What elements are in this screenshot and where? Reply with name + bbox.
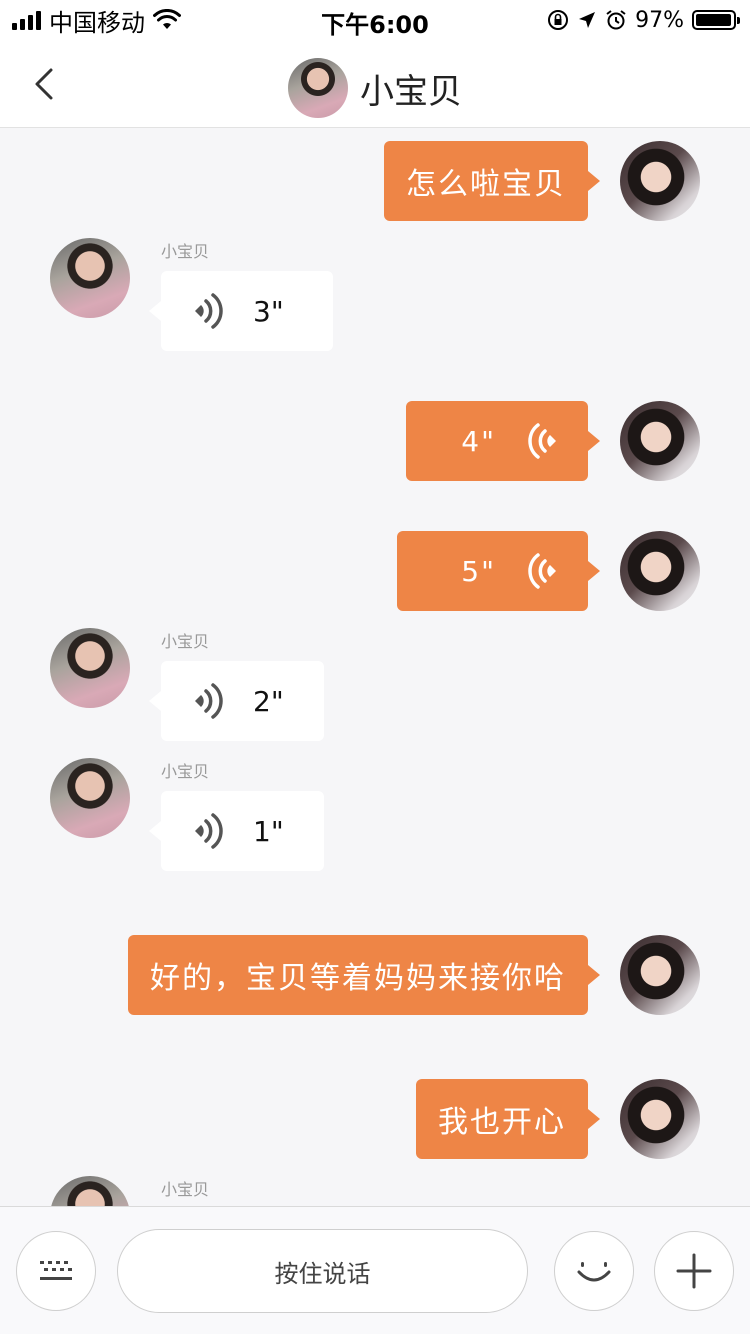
my-avatar[interactable] [620,531,700,611]
voice-duration: 5" [461,554,496,588]
page-title: 小宝贝 [360,71,462,112]
voice-play-icon [524,551,560,591]
hold-to-talk-button[interactable]: 按住说话 [117,1229,528,1313]
message-text: 怎么啦宝贝 [406,167,566,202]
voice-bubble[interactable]: 5" [397,531,600,611]
message-row: 小宝贝 1" [0,758,750,871]
voice-play-icon [191,681,227,721]
message-row: 小宝贝 3" [0,238,750,351]
voice-bubble[interactable]: 2" [149,661,324,741]
voice-duration: 2" [253,684,284,718]
status-right: 97% [547,6,740,34]
voice-duration: 4" [461,424,496,458]
location-icon [579,12,596,28]
message-text: 好的，宝贝等着妈妈来接你哈 [150,961,566,996]
voice-bubble[interactable]: 3" [149,271,333,351]
message-text: 我也开心 [438,1105,566,1140]
voice-bubble[interactable]: 1" [149,791,324,871]
battery-icon [692,10,740,30]
nav-center: 小宝贝 [0,58,750,118]
hold-to-talk-label: 按住说话 [274,1259,371,1288]
message-row: 好的，宝贝等着妈妈来接你哈 [0,935,750,1015]
contact-avatar[interactable] [288,58,348,118]
nav-bar: 小宝贝 [0,40,750,128]
plus-icon [676,1253,712,1289]
emoji-button[interactable] [554,1231,634,1311]
voice-duration: 3" [253,294,284,328]
message-row: 5" [0,531,750,611]
contact-avatar[interactable] [50,758,130,838]
my-avatar[interactable] [620,935,700,1015]
message-row: 4" [0,401,750,481]
voice-duration: 1" [253,814,284,848]
contact-avatar[interactable] [50,1176,130,1206]
emoji-icon [577,1262,611,1282]
battery-percent: 97% [635,7,684,33]
my-avatar[interactable] [620,1079,700,1159]
text-bubble[interactable]: 我也开心 [416,1079,600,1159]
voice-play-icon [191,811,227,851]
my-avatar[interactable] [620,141,700,221]
keyboard-icon [40,1261,72,1280]
contact-avatar[interactable] [50,238,130,318]
contact-avatar[interactable] [50,628,130,708]
sender-name: 小宝贝 [161,762,210,781]
sender-name: 小宝贝 [161,1180,210,1199]
message-row: 小宝贝 2" [0,628,750,741]
status-bar: 中国移动 下午6:00 97% [0,0,750,40]
my-avatar[interactable] [620,401,700,481]
alarm-icon [606,10,626,30]
message-row: 我也开心 [0,1079,750,1159]
orientation-lock-icon [548,10,569,30]
sender-name: 小宝贝 [161,632,210,651]
text-bubble[interactable]: 怎么啦宝贝 [384,141,600,221]
input-bar: 按住说话 [0,1206,750,1334]
voice-play-icon [524,421,560,461]
text-bubble[interactable]: 好的，宝贝等着妈妈来接你哈 [128,935,600,1015]
voice-play-icon [191,291,227,331]
keyboard-toggle-button[interactable] [16,1231,96,1311]
more-options-button[interactable] [654,1231,734,1311]
battery-fill [696,14,731,26]
message-row: 怎么啦宝贝 [0,141,750,221]
sender-name: 小宝贝 [161,242,210,261]
voice-bubble[interactable]: 4" [406,401,600,481]
message-row: 小宝贝 [0,1176,750,1206]
